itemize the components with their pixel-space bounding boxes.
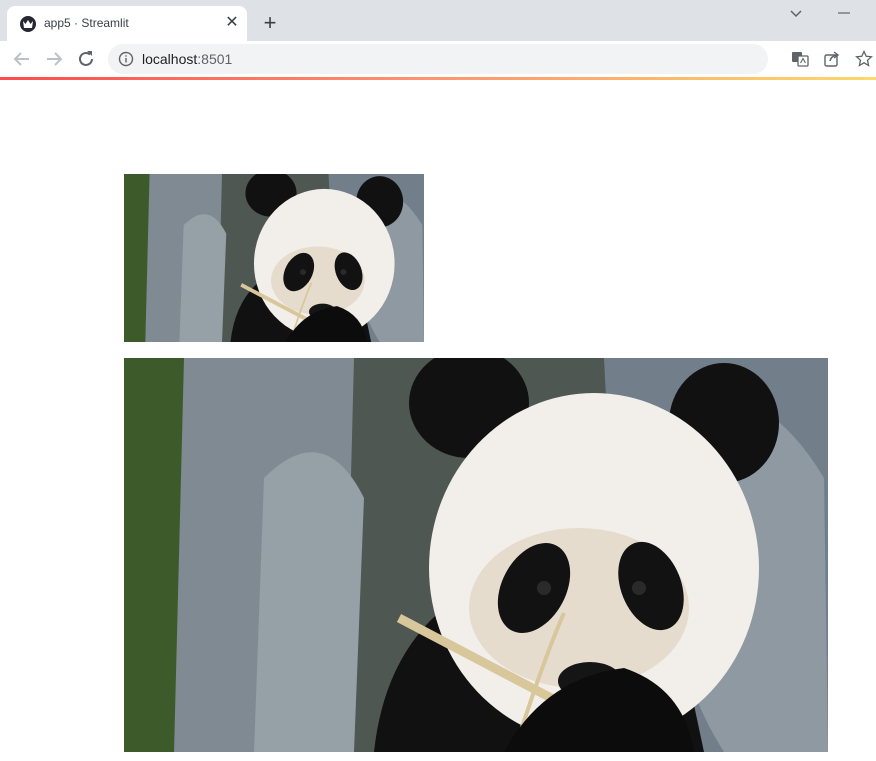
minimize-icon[interactable] xyxy=(834,4,854,24)
info-icon[interactable] xyxy=(118,51,134,67)
reload-icon[interactable] xyxy=(74,47,98,71)
share-icon[interactable] xyxy=(822,49,842,69)
app-main xyxy=(0,80,876,761)
forward-arrow-icon[interactable] xyxy=(42,47,66,71)
browser-toolbar: localhost:8501 xyxy=(0,41,876,77)
tab-strip: app5 · Streamlit ✕ + xyxy=(0,0,876,41)
chevron-down-icon[interactable] xyxy=(786,4,806,24)
address-bar[interactable]: localhost:8501 xyxy=(108,44,768,74)
close-icon[interactable]: ✕ xyxy=(223,14,241,32)
browser-tab[interactable]: app5 · Streamlit ✕ xyxy=(7,6,247,41)
panda-image-small xyxy=(124,174,424,342)
tab-title: app5 · Streamlit xyxy=(44,16,129,30)
translate-icon[interactable] xyxy=(790,49,810,69)
url-text: localhost:8501 xyxy=(142,51,233,67)
panda-image-large xyxy=(124,358,828,752)
streamlit-crown-icon xyxy=(20,16,36,32)
new-tab-icon[interactable]: + xyxy=(258,11,282,35)
back-arrow-icon[interactable] xyxy=(10,47,34,71)
bookmark-star-icon[interactable] xyxy=(854,49,874,69)
